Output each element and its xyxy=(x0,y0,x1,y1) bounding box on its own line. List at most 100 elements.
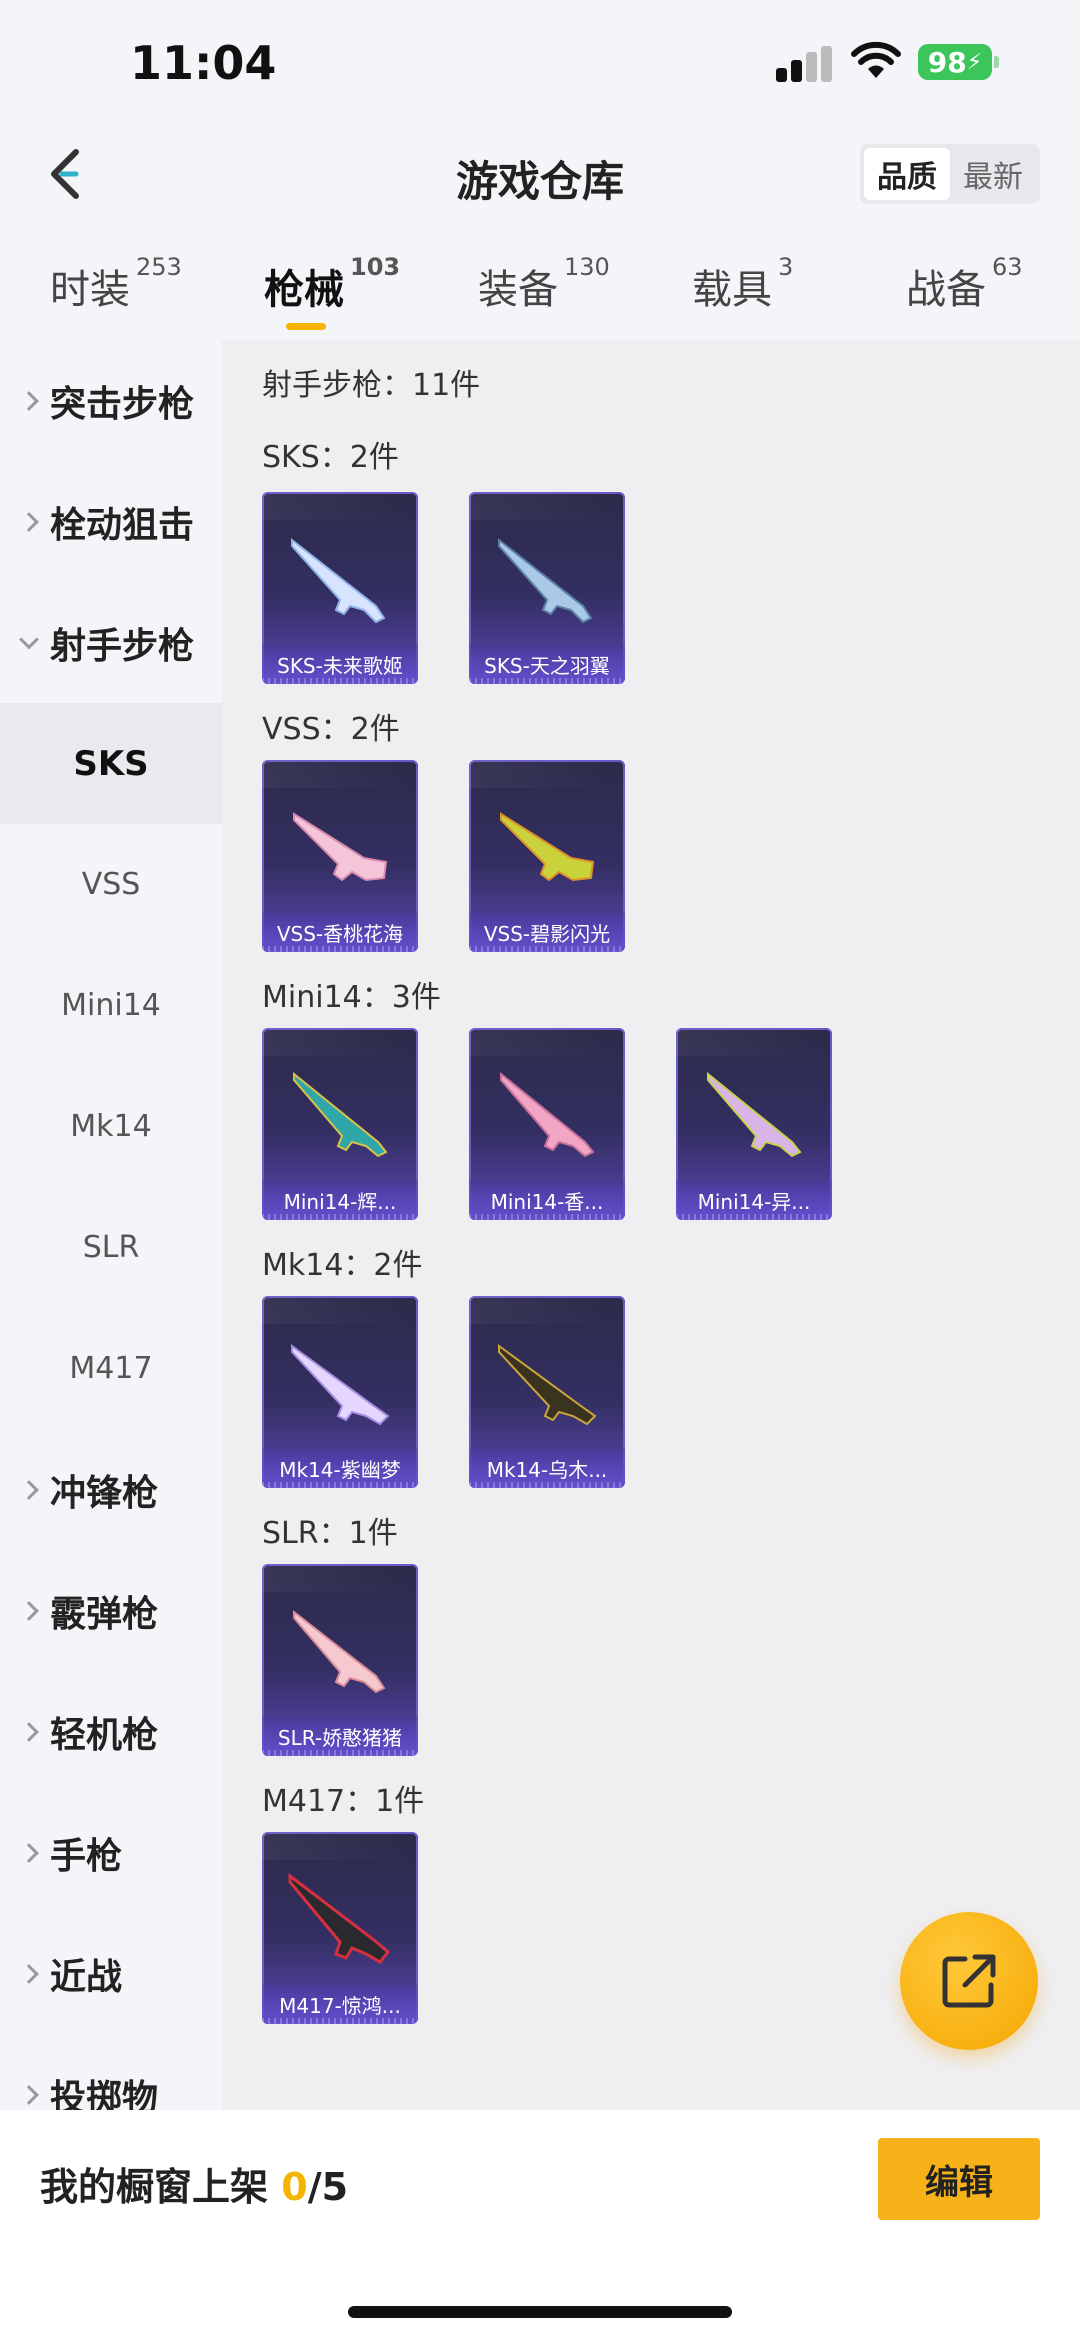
card-footer-pattern xyxy=(469,946,625,952)
tab-supplies[interactable]: 战备 63 xyxy=(906,253,1023,315)
skin-card[interactable]: Mk14-乌木... xyxy=(469,1296,625,1488)
sidebar-item-mini14[interactable]: Mini14 xyxy=(0,945,222,1066)
section-title-vss: VSS：2件 xyxy=(262,712,400,747)
shelf-current-count: 0 xyxy=(281,2165,308,2209)
home-indicator[interactable] xyxy=(348,2306,732,2318)
sort-option-quality[interactable]: 品质 xyxy=(864,148,950,200)
card-footer-pattern xyxy=(469,678,625,684)
sidebar-group-marksman-rifle[interactable]: 射手步枪 xyxy=(0,582,222,703)
tab-equipment-count: 130 xyxy=(564,253,610,281)
tab-firearms-label: 枪械 xyxy=(264,267,344,313)
sidebar-item-mk14[interactable]: Mk14 xyxy=(0,1066,222,1187)
skin-card[interactable]: Mini14-香... xyxy=(469,1028,625,1220)
chevron-right-icon xyxy=(19,1842,39,1863)
rifle-icon xyxy=(500,1071,595,1158)
skin-card[interactable]: Mini14-异... xyxy=(676,1028,832,1220)
card-footer-pattern xyxy=(262,2018,418,2024)
tab-equipment[interactable]: 装备 130 xyxy=(478,253,610,315)
skin-card[interactable]: SKS-未来歌姬 xyxy=(262,492,418,684)
battery-level: 98 xyxy=(927,45,967,79)
category-tabs: 时装 253 枪械 103 装备 130 载具 3 战备 63 xyxy=(0,245,1080,340)
rifle-icon xyxy=(498,1344,597,1426)
rifle-icon xyxy=(498,537,593,624)
card-footer-pattern xyxy=(262,1214,418,1220)
sidebar-group-pistol[interactable]: 手枪 xyxy=(0,1792,222,1913)
skin-card[interactable]: SKS-天之羽翼 xyxy=(469,492,625,684)
sidebar-group-shotgun[interactable]: 霰弹枪 xyxy=(0,1550,222,1671)
skin-card[interactable]: Mini14-辉... xyxy=(262,1028,418,1220)
wifi-icon xyxy=(851,41,901,78)
chevron-right-icon xyxy=(19,1479,39,1500)
status-bar: 11:04 98 ⚡ xyxy=(0,0,1080,120)
sidebar-group-lmg[interactable]: 轻机枪 xyxy=(0,1671,222,1792)
section-title-mini14: Mini14：3件 xyxy=(262,980,441,1015)
rifle-icon xyxy=(293,812,388,882)
shelf-total: /5 xyxy=(307,2165,349,2209)
card-footer-pattern xyxy=(262,678,418,684)
sidebar-item-m417[interactable]: M417 xyxy=(0,1308,222,1429)
tab-vehicles-count: 3 xyxy=(778,253,794,281)
chevron-right-icon xyxy=(19,1600,39,1621)
status-time: 11:04 xyxy=(130,36,277,90)
skin-card[interactable]: SLR-娇憨猪猪 xyxy=(262,1564,418,1756)
tab-firearms[interactable]: 枪械 103 xyxy=(264,253,400,315)
bottom-bar: 我的橱窗上架 0/5 编辑 xyxy=(0,2110,1080,2336)
sidebar-item-slr[interactable]: SLR xyxy=(0,1187,222,1308)
card-footer-pattern xyxy=(262,946,418,952)
sort-option-latest[interactable]: 最新 xyxy=(950,148,1036,200)
tab-firearms-count: 103 xyxy=(350,253,401,281)
card-footer-pattern xyxy=(262,1482,418,1488)
tab-equipment-label: 装备 xyxy=(478,267,558,313)
card-footer-pattern xyxy=(469,1214,625,1220)
chevron-right-icon xyxy=(19,2084,39,2105)
tab-fashion-label: 时装 xyxy=(50,267,130,313)
sidebar-group-throwables[interactable]: 投掷物 xyxy=(0,2034,222,2110)
section-title-m417: M417：1件 xyxy=(262,1784,425,1819)
shelf-label: 我的橱窗上架 xyxy=(40,2165,282,2209)
sidebar-item-sks[interactable]: SKS xyxy=(0,703,222,824)
battery-indicator: 98 ⚡ xyxy=(918,44,999,80)
cellular-signal-icon xyxy=(776,46,836,82)
tab-supplies-count: 63 xyxy=(992,253,1023,281)
chevron-right-icon xyxy=(19,1963,39,1984)
skin-card[interactable]: VSS-香桃花海 xyxy=(262,760,418,952)
rifle-icon xyxy=(293,1609,386,1694)
card-footer-pattern xyxy=(262,1750,418,1756)
rifle-icon xyxy=(707,1071,802,1158)
chevron-down-icon xyxy=(19,629,39,649)
sidebar-group-smg[interactable]: 冲锋枪 xyxy=(0,1429,222,1550)
page-header: 游戏仓库 品质 最新 xyxy=(0,120,1080,230)
skin-card[interactable]: Mk14-紫幽梦 xyxy=(262,1296,418,1488)
skin-card[interactable]: VSS-碧影闪光 xyxy=(469,760,625,952)
sidebar-item-vss[interactable]: VSS xyxy=(0,824,222,945)
chevron-right-icon xyxy=(19,511,39,532)
sort-toggle: 品质 最新 xyxy=(860,144,1040,204)
tab-vehicles[interactable]: 载具 3 xyxy=(692,253,793,315)
chevron-right-icon xyxy=(19,390,39,411)
showcase-shelf-status: 我的橱窗上架 0/5 xyxy=(40,2156,348,2211)
chevron-right-icon xyxy=(19,1721,39,1742)
skin-grid-area: 射手步枪：11件 SKS：2件 SKS-未来歌姬 SKS-天之羽翼 VSS：2件… xyxy=(222,340,1080,2110)
section-title-slr: SLR：1件 xyxy=(262,1516,398,1551)
sidebar-group-label: 霰弹枪 xyxy=(50,1593,159,1635)
skin-card[interactable]: M417-惊鸿... xyxy=(262,1832,418,2024)
sidebar-group-label: 栓动狙击 xyxy=(50,504,195,546)
edit-button[interactable]: 编辑 xyxy=(878,2138,1040,2220)
sidebar-group-assault-rifle[interactable]: 突击步枪 xyxy=(0,340,222,461)
rifle-icon xyxy=(288,1872,391,1964)
share-external-icon xyxy=(942,1954,996,2008)
sidebar-group-label: 手枪 xyxy=(50,1835,123,1877)
rifle-icon xyxy=(293,1071,388,1158)
weapon-type-sidebar: 突击步枪 栓动狙击 射手步枪 SKS VSS Mini14 Mk14 SLR M… xyxy=(0,340,222,2110)
tab-fashion[interactable]: 时装 253 xyxy=(50,253,182,315)
active-tab-indicator xyxy=(286,323,326,330)
share-button[interactable] xyxy=(900,1912,1038,2050)
tab-supplies-label: 战备 xyxy=(906,267,986,313)
rifle-icon xyxy=(291,1344,390,1426)
tab-fashion-count: 253 xyxy=(136,253,182,281)
sidebar-group-melee[interactable]: 近战 xyxy=(0,1913,222,2034)
sidebar-group-label: 射手步枪 xyxy=(50,625,195,667)
sidebar-group-label: 近战 xyxy=(50,1956,123,1998)
rifle-icon xyxy=(500,812,595,882)
sidebar-group-bolt-sniper[interactable]: 栓动狙击 xyxy=(0,461,222,582)
